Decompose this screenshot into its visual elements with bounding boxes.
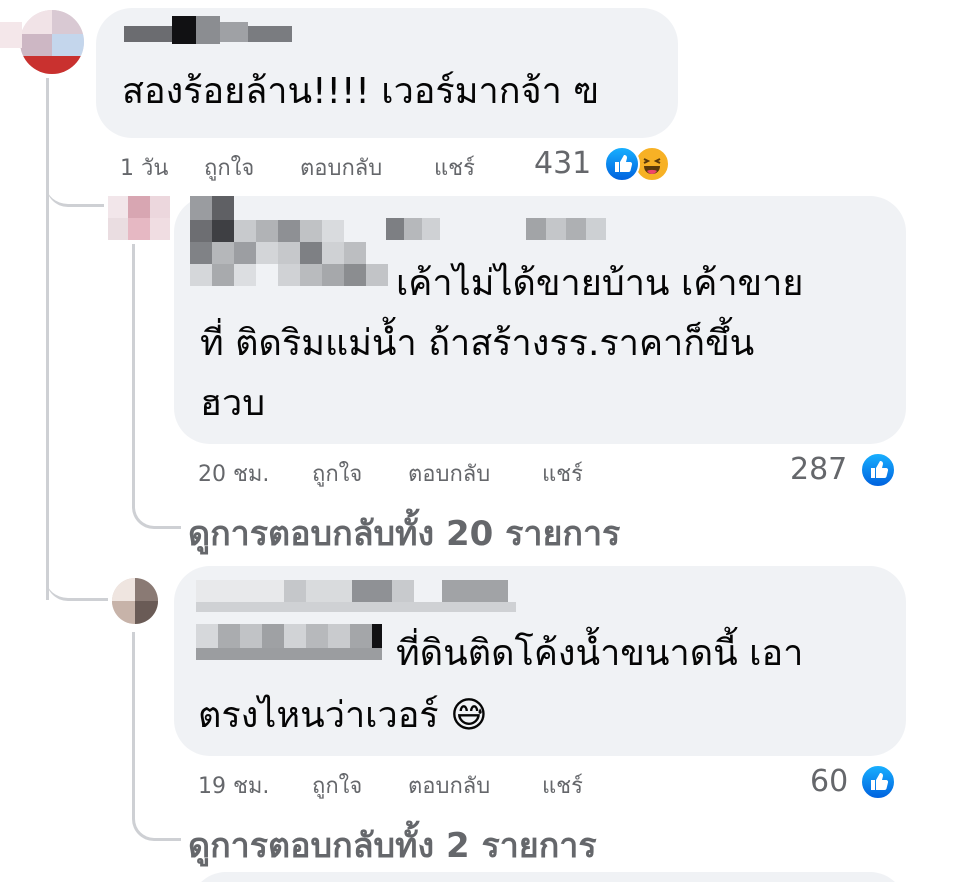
view-replies-link[interactable]: ดูการตอบกลับทั้ง 20 รายการ: [188, 506, 620, 560]
thread-connector: [132, 470, 181, 529]
commenter-name[interactable]: [124, 16, 294, 44]
share-button[interactable]: แชร์: [542, 456, 583, 491]
reply-button[interactable]: ตอบกลับ: [408, 456, 490, 491]
like-button[interactable]: ถูกใจ: [312, 456, 362, 491]
share-button[interactable]: แชร์: [434, 150, 475, 185]
thread-line: [132, 244, 135, 504]
avatar[interactable]: [20, 10, 84, 74]
thread-connector: [132, 790, 181, 841]
comment-timestamp[interactable]: 20 ชม.: [198, 456, 269, 491]
view-replies-link[interactable]: ดูการตอบกลับทั้ง 2 รายการ: [188, 818, 597, 872]
next-comment-bubble: [190, 872, 906, 882]
like-icon: [860, 452, 896, 488]
like-icon: [860, 764, 896, 800]
comment-timestamp[interactable]: 1 วัน: [120, 150, 168, 185]
reply-button[interactable]: ตอบกลับ: [408, 768, 490, 803]
comment-text: ตรงไหนว่าเวอร์ 😅: [198, 695, 488, 736]
avatar-blur: [0, 22, 22, 48]
comment-text: สองร้อยล้าน!!!! เวอร์มากจ้า ฃ: [122, 71, 599, 112]
comment-timestamp[interactable]: 19 ชม.: [198, 768, 269, 803]
comment-text: ฮวบ: [200, 383, 266, 424]
comment-text: ที่ดินติดโค้งน้ำขนาดนี้ เอา: [396, 633, 804, 674]
thread-connector: [46, 560, 108, 601]
like-icon: [604, 146, 640, 182]
avatar[interactable]: [112, 578, 158, 624]
like-button[interactable]: ถูกใจ: [312, 768, 362, 803]
thread-connector: [46, 150, 104, 207]
comment-text: ที่ ติดริมแม่น้ำ ถ้าสร้างรร.ราคาก็ขึ้น: [200, 323, 755, 364]
reaction-count[interactable]: 60: [810, 764, 848, 799]
reaction-count[interactable]: 287: [790, 452, 847, 487]
reply-button[interactable]: ตอบกลับ: [300, 150, 382, 185]
reaction-count[interactable]: 431: [534, 146, 591, 181]
avatar[interactable]: [108, 196, 170, 240]
comment-thread: สองร้อยล้าน!!!! เวอร์มากจ้า ฃ 1 วัน ถูกใ…: [0, 0, 964, 882]
thread-line: [132, 632, 135, 812]
like-button[interactable]: ถูกใจ: [204, 150, 254, 185]
comment-text: เค้าไม่ได้ขายบ้าน เค้าขาย: [396, 263, 804, 304]
share-button[interactable]: แชร์: [542, 768, 583, 803]
